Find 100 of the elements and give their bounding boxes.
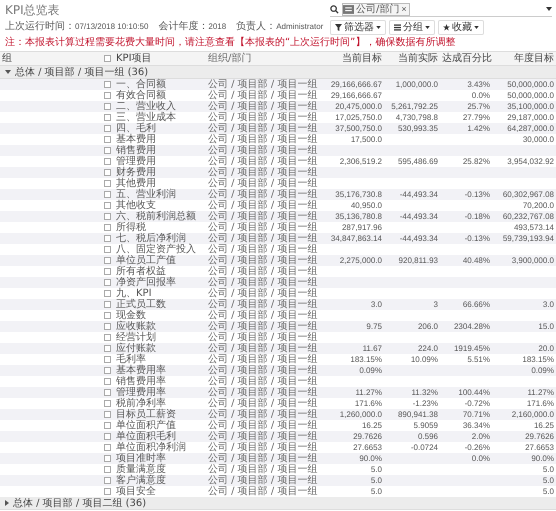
table-row[interactable]: 现金数 公司 / 项目部 / 项目一组: [0, 310, 556, 321]
row-checkbox[interactable]: [104, 202, 110, 209]
table-row[interactable]: 四、毛利 公司 / 项目部 / 项目一组 37,500,750.0 530,993.35 1.42% 64,287,000.0: [0, 123, 556, 134]
row-checkbox[interactable]: [104, 92, 110, 99]
row-checkbox[interactable]: [104, 268, 110, 275]
row-checkbox[interactable]: [104, 169, 110, 176]
column-header[interactable]: 当前目标: [322, 53, 384, 64]
row-checkbox[interactable]: [104, 433, 110, 440]
column-header[interactable]: KPI项目: [114, 53, 206, 64]
row-checkbox[interactable]: [104, 312, 110, 319]
row-checkbox[interactable]: [104, 136, 110, 143]
row-checkbox[interactable]: [104, 81, 110, 88]
search-field[interactable]: 公司/部门 ×: [330, 2, 552, 17]
group-by-button[interactable]: 分组: [389, 20, 435, 35]
kpi-name-cell-text: 四、毛利: [115, 123, 157, 134]
table-row[interactable]: 销售费用率 公司 / 项目部 / 项目一组: [0, 376, 556, 387]
table-row[interactable]: 一、合同额 公司 / 项目部 / 项目一组 29,166,666.67 1,000,000.0 3.43% 50,000,000.0: [0, 79, 556, 90]
facet-tag[interactable]: 公司/部门 ×: [342, 2, 410, 16]
column-header[interactable]: 达成百分比: [440, 53, 492, 64]
kpi-name-cell-text: 目标员工薪资: [115, 409, 177, 420]
table-row[interactable]: 销售费用 公司 / 项目部 / 项目一组: [0, 145, 556, 156]
group-row[interactable]: 总体 / 项目部 / 项目二组 (36): [0, 497, 556, 510]
table-row[interactable]: 目标员工薪资 公司 / 项目部 / 项目一组 1,260,000.0 890,941.38 70.71% 2,160,000.0: [0, 409, 556, 420]
column-header[interactable]: 组织/部门: [206, 53, 322, 64]
table-row[interactable]: 所有者权益 公司 / 项目部 / 项目一组: [0, 266, 556, 277]
row-checkbox[interactable]: [104, 422, 110, 429]
table-row[interactable]: 三、营业成本 公司 / 项目部 / 项目一组 17,025,750.0 4,730,798.8 27.79% 29,187,000.0: [0, 112, 556, 123]
table-row[interactable]: 正式员工数 公司 / 项目部 / 项目一组 3.0 3 66.66% 3.0: [0, 299, 556, 310]
table-row[interactable]: 有效合同额 公司 / 项目部 / 项目一组 29,166,666.67 0.0% 50,000,000.0: [0, 90, 556, 101]
dropdown-caret-icon[interactable]: [546, 7, 552, 11]
table-row[interactable]: 管理费用 公司 / 项目部 / 项目一组 2,306,519.2 595,486.69 25.82% 3,954,032.92: [0, 156, 556, 167]
table-row[interactable]: 所得税 公司 / 项目部 / 项目一组 287,917.96 493,573.14: [0, 222, 556, 233]
number-cell-text: 90.0%: [358, 453, 383, 464]
row-checkbox[interactable]: [104, 224, 110, 231]
table-row[interactable]: 客户满意度 公司 / 项目部 / 项目一组 5.0 5.0: [0, 475, 556, 486]
row-checkbox[interactable]: [104, 444, 110, 451]
table-row[interactable]: 项目准时率 公司 / 项目部 / 项目一组 90.0% 0.0% 90.0%: [0, 453, 556, 464]
table-row[interactable]: 其他费用 公司 / 项目部 / 项目一组: [0, 178, 556, 189]
table-row[interactable]: 应付账款 公司 / 项目部 / 项目一组 11.67 224.0 1919.45% 20.0: [0, 343, 556, 354]
row-checkbox[interactable]: [104, 323, 110, 330]
row-checkbox[interactable]: [104, 389, 110, 396]
row-checkbox[interactable]: [104, 257, 110, 264]
row-checkbox[interactable]: [104, 378, 110, 385]
table-row[interactable]: 项目安全 公司 / 项目部 / 项目一组 5.0 5.0: [0, 486, 556, 497]
table-row[interactable]: 财务费用 公司 / 项目部 / 项目一组: [0, 167, 556, 178]
table-row[interactable]: 应收账款 公司 / 项目部 / 项目一组 9.75 206.0 2304.28% 15.0: [0, 321, 556, 332]
table-row[interactable]: 基本费用 公司 / 项目部 / 项目一组 17,500.0 30,000.0: [0, 134, 556, 145]
row-checkbox[interactable]: [104, 125, 110, 132]
table-row[interactable]: 净资产回报率 公司 / 项目部 / 项目一组: [0, 277, 556, 288]
row-checkbox[interactable]: [104, 411, 110, 418]
table-row[interactable]: 质量满意度 公司 / 项目部 / 项目一组 5.0 5.0: [0, 464, 556, 475]
table-row[interactable]: 六、税前利润总额 公司 / 项目部 / 项目一组 35,136,780.8 -44,493.34 -0.18% 60,232,767.08: [0, 211, 556, 222]
row-checkbox[interactable]: [104, 290, 110, 297]
table-row[interactable]: 单位面积产值 公司 / 项目部 / 项目一组 16.25 5.9059 36.34% 16.25: [0, 420, 556, 431]
row-checkbox[interactable]: [104, 158, 110, 165]
table-row[interactable]: 税前净利率 公司 / 项目部 / 项目一组 171.6% -1.23% -0.72% 171.6%: [0, 398, 556, 409]
table-row[interactable]: 九、KPI 公司 / 项目部 / 项目一组: [0, 288, 556, 299]
row-checkbox[interactable]: [104, 477, 110, 484]
column-header[interactable]: 当前实际: [384, 53, 440, 64]
row-checkbox[interactable]: [104, 246, 110, 253]
row-checkbox[interactable]: [104, 466, 110, 473]
department-cell-text: 公司 / 项目部 / 项目一组: [207, 189, 318, 200]
row-checkbox[interactable]: [104, 301, 110, 308]
table-row[interactable]: 毛利率 公司 / 项目部 / 项目一组 183.15% 10.09% 5.51% 183.15%: [0, 354, 556, 365]
group-row[interactable]: 总体 / 项目部 / 项目一组 (36): [0, 66, 556, 79]
table-row[interactable]: 单位面积净利润 公司 / 项目部 / 项目一组 27.6653 -0.0724 -0.26% 27.6653: [0, 442, 556, 453]
row-checkbox[interactable]: [104, 235, 110, 242]
table-row[interactable]: 五、营业利润 公司 / 项目部 / 项目一组 35,176,730.8 -44,493.34 -0.13% 60,302,967.08: [0, 189, 556, 200]
row-checkbox[interactable]: [104, 455, 110, 462]
select-all-checkbox[interactable]: [104, 55, 110, 62]
row-checkbox[interactable]: [104, 334, 110, 341]
group-label: 总体 / 项目部 / 项目二组 (36): [13, 498, 146, 508]
row-checkbox[interactable]: [104, 279, 110, 286]
table-row[interactable]: 单位面积毛利 公司 / 项目部 / 项目一组 29.7626 0.596 2.0% 29.7626: [0, 431, 556, 442]
table-row[interactable]: 八、固定资产投入 公司 / 项目部 / 项目一组: [0, 244, 556, 255]
row-checkbox[interactable]: [104, 180, 110, 187]
row-checkbox[interactable]: [104, 356, 110, 363]
table-row[interactable]: 经营计划 公司 / 项目部 / 项目一组: [0, 332, 556, 343]
table-row[interactable]: 单位员工产值 公司 / 项目部 / 项目一组 2,275,000.0 920,811.93 40.48% 3,900,000.0: [0, 255, 556, 266]
table-row[interactable]: 其他收支 公司 / 项目部 / 项目一组 40,950.0 70,200.0: [0, 200, 556, 211]
favorites-button[interactable]: 收藏: [438, 20, 484, 35]
table-row[interactable]: 二、营业收入 公司 / 项目部 / 项目一组 20,475,000.0 5,261,792.25 25.7% 35,100,000.0: [0, 101, 556, 112]
row-checkbox[interactable]: [104, 114, 110, 121]
row-checkbox[interactable]: [104, 191, 110, 198]
table-row[interactable]: 基本费用率 公司 / 项目部 / 项目一组 0.09% 0.09%: [0, 365, 556, 376]
row-checkbox[interactable]: [104, 147, 110, 154]
number-cell-text: 5.0: [370, 486, 383, 497]
filter-button[interactable]: 筛选器: [330, 20, 386, 35]
facet-remove[interactable]: ×: [401, 4, 407, 14]
column-header[interactable]: 年度目标: [492, 53, 556, 64]
row-checkbox[interactable]: [104, 213, 110, 220]
row-checkbox[interactable]: [104, 103, 110, 110]
row-checkbox[interactable]: [104, 488, 110, 495]
row-checkbox[interactable]: [104, 367, 110, 374]
table-row[interactable]: 管理费用率 公司 / 项目部 / 项目一组 11.27% 11.32% 100.44% 11.27%: [0, 387, 556, 398]
row-checkbox[interactable]: [104, 345, 110, 352]
column-header[interactable]: 组: [0, 53, 100, 64]
kpi-name-cell-text: 基本费用率: [115, 365, 167, 376]
table-row[interactable]: 七、税后净利润 公司 / 项目部 / 项目一组 34,847,863.14 -44,493.34 -0.13% 59,739,193.94: [0, 233, 556, 244]
row-checkbox[interactable]: [104, 400, 110, 407]
